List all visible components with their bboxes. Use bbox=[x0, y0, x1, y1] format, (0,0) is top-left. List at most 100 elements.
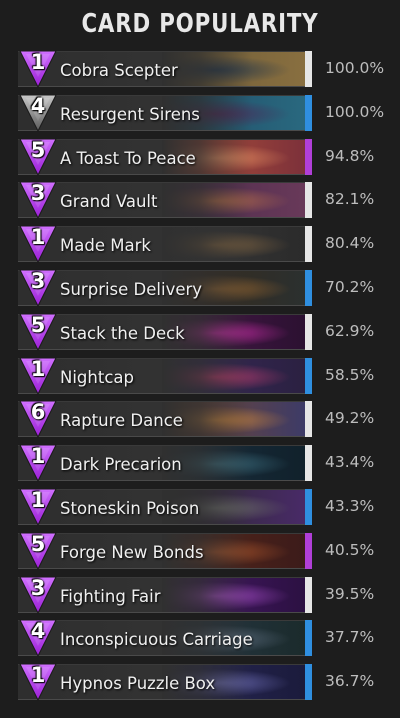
card-name: Surprise Delivery bbox=[60, 280, 203, 299]
card-row[interactable]: Forge New Bonds 5 40.5% bbox=[18, 531, 398, 571]
card-name: Hypnos Puzzle Box bbox=[60, 674, 216, 694]
card-tile: Grand Vault bbox=[18, 182, 312, 219]
mana-cost-gem-icon: 4 bbox=[18, 93, 58, 133]
mana-cost-gem-icon: 5 bbox=[18, 312, 58, 352]
card-row[interactable]: Stoneskin Poison 1 43.3% bbox=[18, 487, 398, 527]
popularity-value: 39.5% bbox=[325, 584, 375, 603]
card-name: Stoneskin Poison bbox=[60, 499, 200, 518]
popularity-value: 58.5% bbox=[325, 365, 375, 384]
class-stripe bbox=[305, 664, 312, 701]
card-name: Stack the Deck bbox=[60, 323, 185, 343]
mana-cost: 1 bbox=[30, 488, 46, 512]
card-row[interactable]: Grand Vault 3 82.1% bbox=[18, 180, 398, 220]
mana-cost-gem-icon: 6 bbox=[18, 399, 58, 439]
mana-cost-gem-icon: 5 bbox=[18, 531, 58, 571]
card-tile: Hypnos Puzzle Box bbox=[18, 664, 312, 701]
mana-cost: 3 bbox=[30, 181, 46, 206]
card-row[interactable]: Fighting Fair 3 39.5% bbox=[18, 575, 398, 615]
card-name: Fighting Fair bbox=[60, 586, 161, 606]
card-tile: Dark Precarion bbox=[18, 445, 312, 482]
card-row[interactable]: Stack the Deck 5 62.9% bbox=[18, 312, 398, 352]
mana-cost: 3 bbox=[30, 269, 46, 293]
card-tile: Resurgent Sirens bbox=[18, 94, 312, 131]
card-tile: Nightcap bbox=[18, 357, 312, 394]
card-tile: Stoneskin Poison bbox=[18, 489, 312, 525]
mana-cost: 1 bbox=[30, 225, 46, 250]
mana-cost: 1 bbox=[30, 356, 46, 381]
mana-cost-gem-icon: 1 bbox=[18, 356, 58, 396]
mana-cost-gem-icon: 3 bbox=[18, 268, 58, 308]
card-tile: Made Mark bbox=[18, 226, 312, 263]
class-stripe bbox=[305, 138, 312, 175]
card-name: Cobra Scepter bbox=[60, 61, 178, 80]
class-stripe bbox=[305, 357, 312, 394]
class-stripe bbox=[305, 445, 312, 482]
class-stripe bbox=[305, 532, 312, 569]
class-stripe bbox=[305, 576, 312, 613]
card-name: Inconspicuous Carriage bbox=[60, 630, 253, 650]
card-row[interactable]: Inconspicuous Carriage 4 37.7% bbox=[18, 618, 398, 658]
mana-cost: 5 bbox=[30, 137, 46, 162]
popularity-value: 43.3% bbox=[325, 497, 375, 515]
card-name: A Toast To Peace bbox=[60, 148, 196, 168]
card-name: Resurgent Sirens bbox=[60, 104, 200, 124]
class-stripe bbox=[305, 313, 312, 350]
mana-cost: 1 bbox=[30, 50, 46, 74]
mana-cost: 5 bbox=[30, 312, 46, 337]
card-name: Nightcap bbox=[60, 367, 134, 387]
class-stripe bbox=[305, 489, 312, 525]
card-row[interactable]: Surprise Delivery 3 70.2% bbox=[18, 268, 398, 308]
mana-cost: 4 bbox=[30, 619, 46, 644]
card-row[interactable]: Dark Precarion 1 43.4% bbox=[18, 443, 398, 483]
card-row[interactable]: Hypnos Puzzle Box 1 36.7% bbox=[18, 662, 398, 702]
mana-cost-gem-icon: 1 bbox=[18, 49, 58, 89]
card-row[interactable]: Rapture Dance 6 49.2% bbox=[18, 399, 398, 439]
card-name: Dark Precarion bbox=[60, 455, 182, 475]
mana-cost-gem-icon: 3 bbox=[18, 180, 58, 220]
card-row[interactable]: Nightcap 1 58.5% bbox=[18, 356, 398, 396]
mana-cost: 1 bbox=[30, 663, 46, 688]
card-tile: Forge New Bonds bbox=[18, 532, 312, 569]
card-tile: Surprise Delivery bbox=[18, 270, 312, 306]
mana-cost: 6 bbox=[30, 400, 46, 425]
popularity-value: 70.2% bbox=[325, 278, 375, 296]
mana-cost-gem-icon: 1 bbox=[18, 662, 58, 702]
mana-cost-gem-icon: 1 bbox=[18, 224, 58, 264]
class-stripe bbox=[305, 270, 312, 306]
page-title: CARD POPULARITY bbox=[81, 9, 319, 39]
class-stripe bbox=[305, 226, 312, 263]
card-tile: Stack the Deck bbox=[18, 313, 312, 350]
card-name: Forge New Bonds bbox=[60, 542, 204, 562]
card-tile: Cobra Scepter bbox=[18, 51, 312, 87]
popularity-value: 100.0% bbox=[325, 59, 385, 77]
card-tile: Rapture Dance bbox=[18, 401, 312, 438]
class-stripe bbox=[305, 620, 312, 657]
popularity-value: 80.4% bbox=[325, 234, 375, 253]
card-tile: Fighting Fair bbox=[18, 576, 312, 613]
card-name: Grand Vault bbox=[60, 192, 158, 212]
card-row[interactable]: Made Mark 1 80.4% bbox=[18, 224, 398, 264]
mana-cost-gem-icon: 1 bbox=[18, 443, 58, 483]
card-name: Rapture Dance bbox=[60, 411, 183, 431]
popularity-value: 40.5% bbox=[325, 540, 375, 559]
card-row[interactable]: Cobra Scepter 1 100.0% bbox=[18, 49, 398, 89]
mana-cost: 1 bbox=[30, 444, 46, 469]
mana-cost: 4 bbox=[30, 93, 46, 118]
mana-cost-gem-icon: 4 bbox=[18, 618, 58, 658]
popularity-value: 82.1% bbox=[325, 190, 375, 209]
class-stripe bbox=[305, 182, 312, 219]
class-stripe bbox=[305, 94, 312, 131]
mana-cost-gem-icon: 3 bbox=[18, 575, 58, 615]
mana-cost-gem-icon: 1 bbox=[18, 487, 58, 527]
card-tile: A Toast To Peace bbox=[18, 138, 312, 175]
card-row[interactable]: A Toast To Peace 5 94.8% bbox=[18, 137, 398, 177]
popularity-value: 37.7% bbox=[325, 628, 375, 647]
popularity-value: 43.4% bbox=[325, 453, 375, 472]
popularity-value: 36.7% bbox=[325, 672, 375, 691]
mana-cost: 5 bbox=[30, 531, 46, 556]
card-row[interactable]: Resurgent Sirens 4 100.0% bbox=[18, 93, 398, 133]
popularity-value: 49.2% bbox=[325, 409, 375, 428]
popularity-value: 62.9% bbox=[325, 321, 375, 340]
popularity-value: 94.8% bbox=[325, 146, 375, 165]
card-tile: Inconspicuous Carriage bbox=[18, 620, 312, 657]
